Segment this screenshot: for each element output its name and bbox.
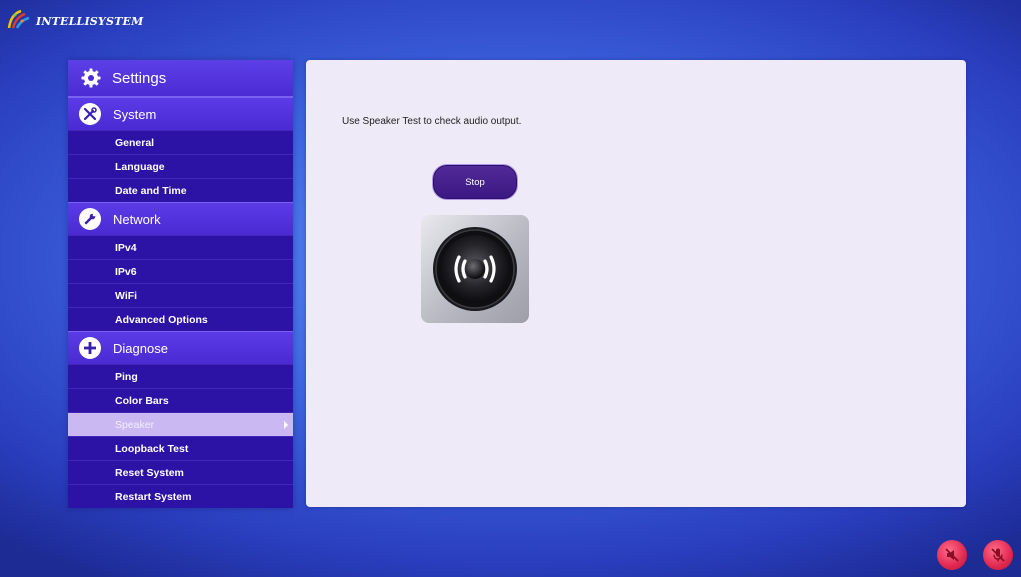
sidebar-item-general[interactable]: General [68,130,293,154]
gear-icon [80,67,102,89]
sidebar-item-wifi[interactable]: WiFi [68,283,293,307]
sidebar-item-label: Speaker [115,418,155,431]
section-label: Diagnose [113,340,168,356]
sidebar-item-color-bars[interactable]: Color Bars [68,388,293,412]
sidebar-item-restart-system[interactable]: Restart System [68,484,293,508]
stop-button[interactable]: Stop [433,165,517,199]
content-panel: Use Speaker Test to check audio output. … [306,60,966,507]
active-arrow-icon [284,421,288,429]
mic-muted-icon[interactable] [983,540,1013,570]
app-logo: INTELLISYSTEM [7,8,143,30]
sidebar-item-ipv6[interactable]: IPv6 [68,259,293,283]
speaker-muted-icon[interactable] [937,540,967,570]
plus-icon [79,337,101,359]
speaker-icon [421,215,529,323]
section-label: Network [113,211,161,227]
section-network[interactable]: Network [68,202,293,235]
sidebar-item-language[interactable]: Language [68,154,293,178]
sidebar-title: Settings [112,69,167,87]
sidebar-item-reset-system[interactable]: Reset System [68,460,293,484]
sidebar-header: Settings [68,60,293,97]
wrench-icon [79,208,101,230]
section-system[interactable]: System [68,97,293,130]
speaker-test-hint: Use Speaker Test to check audio output. [342,116,522,127]
sidebar-item-advanced-options[interactable]: Advanced Options [68,307,293,331]
section-diagnose[interactable]: Diagnose [68,331,293,364]
sidebar-item-loopback-test[interactable]: Loopback Test [68,436,293,460]
sidebar-item-ping[interactable]: Ping [68,364,293,388]
sidebar-item-speaker[interactable]: Speaker [68,412,293,436]
sidebar-item-ipv4[interactable]: IPv4 [68,235,293,259]
logo-text: INTELLISYSTEM [36,14,144,28]
settings-sidebar: Settings System General Language Date an… [68,60,293,508]
tools-icon [79,103,101,125]
section-label: System [113,106,157,122]
logo-mark-icon [7,8,33,30]
sidebar-item-date-and-time[interactable]: Date and Time [68,178,293,202]
